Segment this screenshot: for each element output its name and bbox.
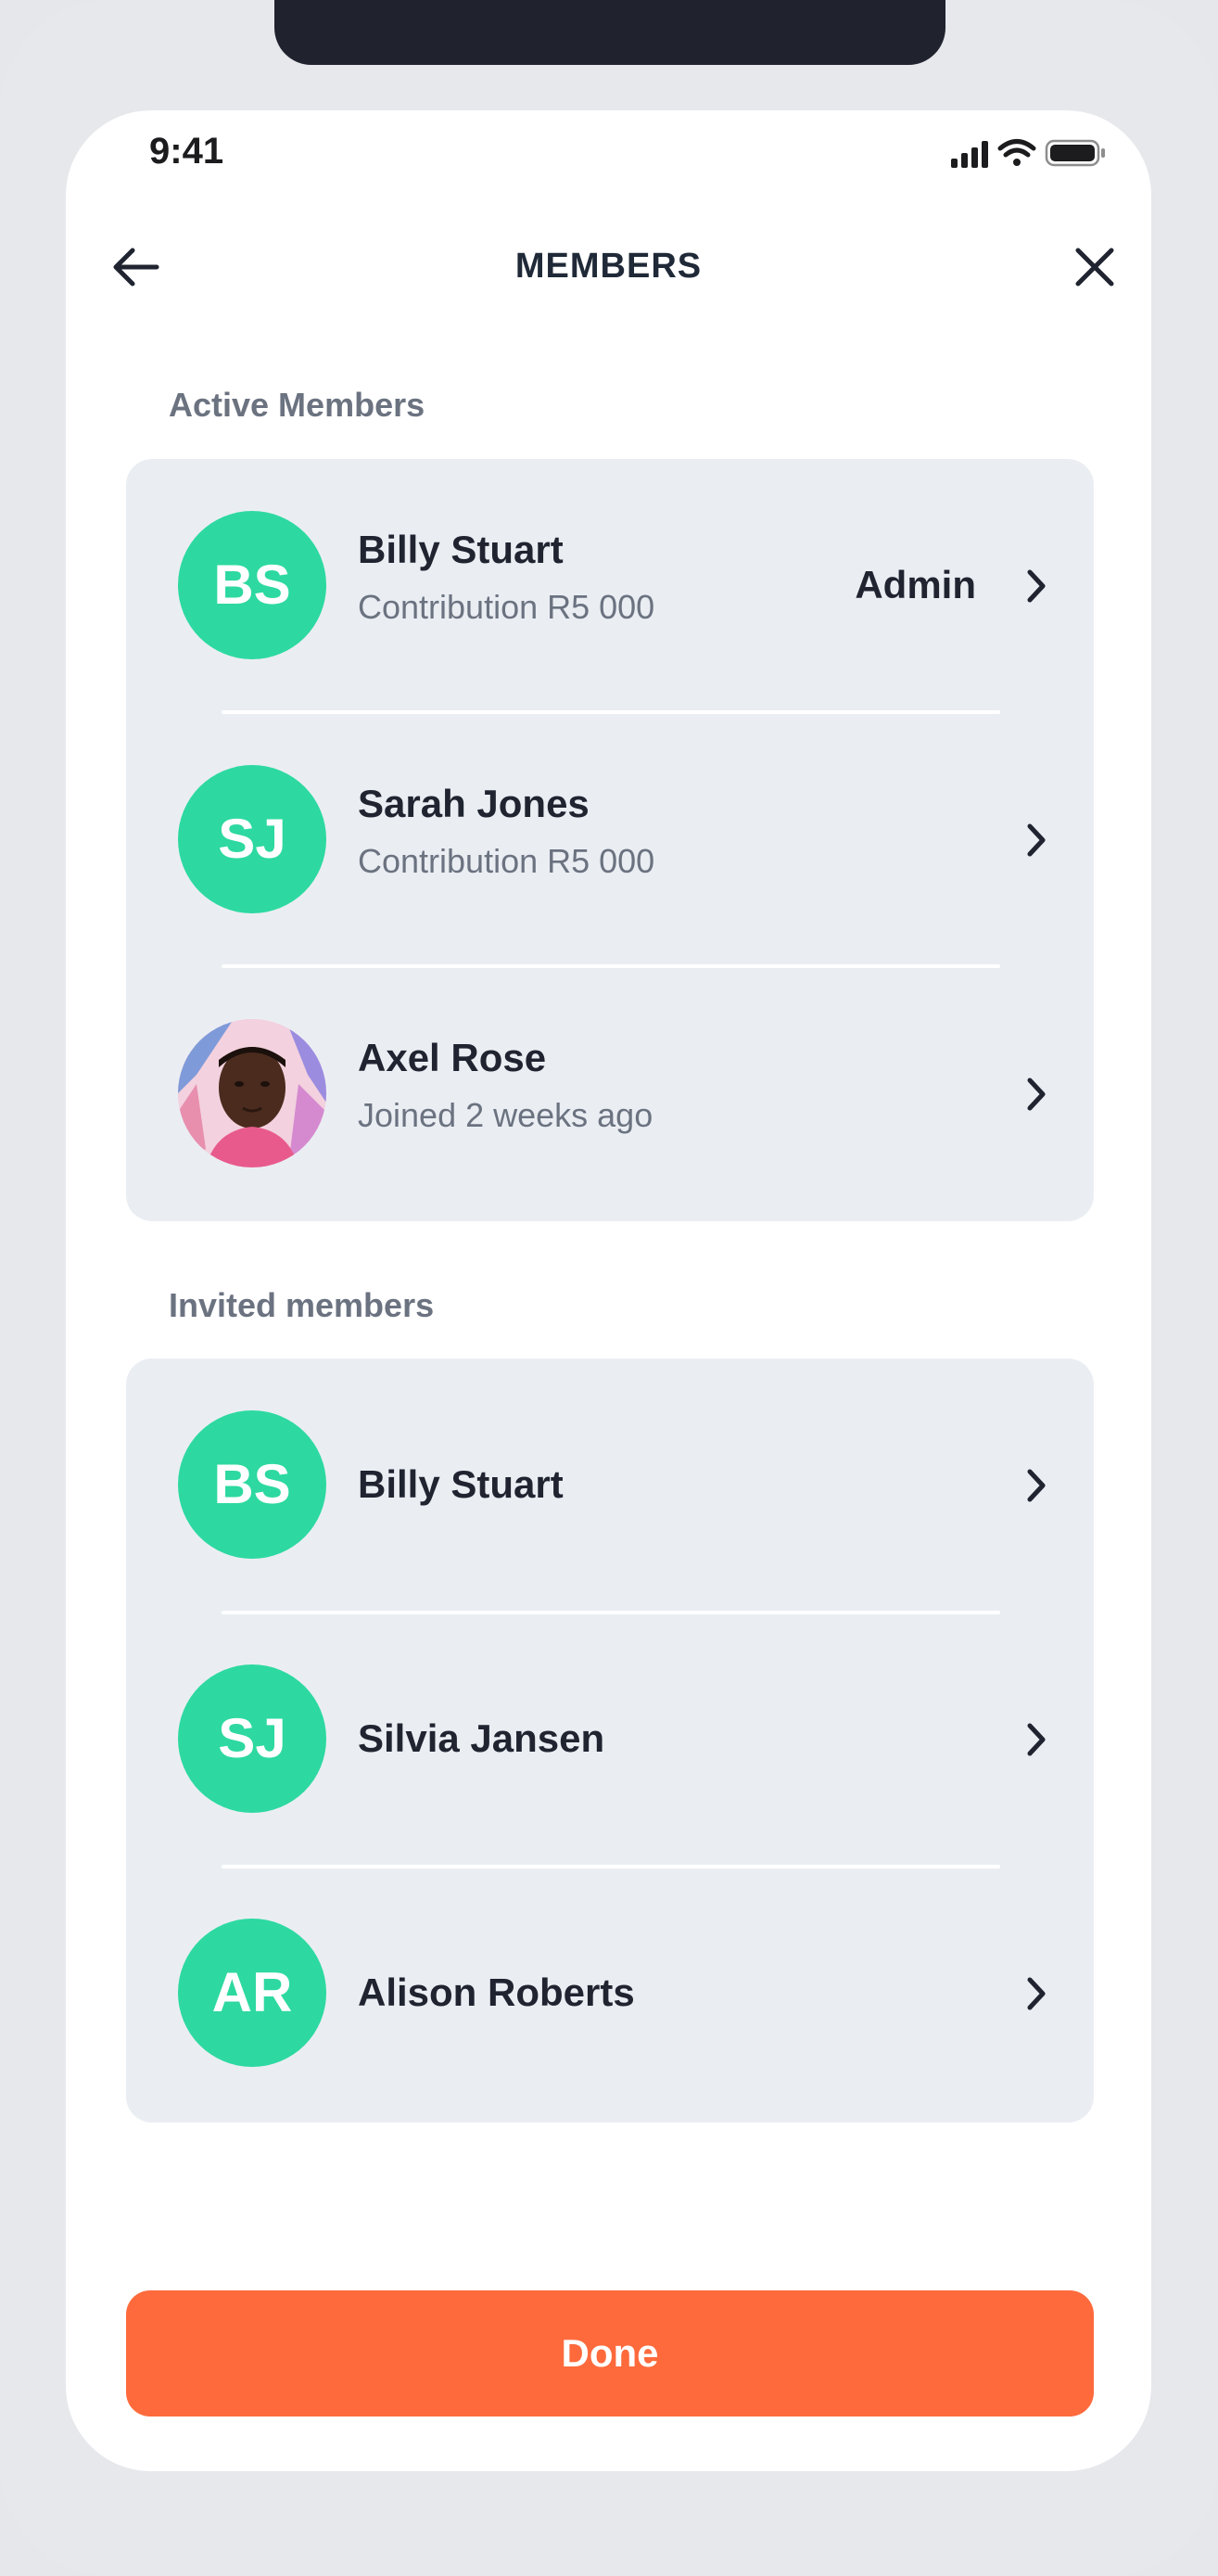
done-button[interactable]: Done [126,2290,1094,2417]
member-contribution: Contribution R5 000 [358,588,655,626]
app-screen: 9:41 MEMBERS Active Members BS Billy Stu… [66,110,1151,2471]
member-role-badge: Admin [855,563,976,606]
avatar: BS [178,1410,326,1559]
device-frame: 9:41 MEMBERS Active Members BS Billy Stu… [0,0,1218,2576]
avatar-photo [178,1019,326,1167]
avatar: AR [178,1919,326,2067]
close-icon [1075,248,1114,287]
wifi-icon [997,139,1036,166]
cellular-signal-icon [951,141,988,168]
status-time: 9:41 [149,131,224,172]
member-contribution: Contribution R5 000 [358,842,655,880]
device-notch [274,0,945,65]
member-name: Billy Stuart [358,528,564,571]
invited-members-card: BS Billy Stuart SJ Silvia Jansen AR Alis… [126,1358,1094,2123]
invited-member-row[interactable]: AR Alison Roberts [126,1867,1094,2121]
member-name: Silvia Jansen [358,1716,605,1760]
member-name: Billy Stuart [358,1462,564,1506]
avatar: SJ [178,765,326,913]
chevron-right-icon [1018,558,1055,614]
member-name: Alison Roberts [358,1970,635,2014]
chevron-right-icon [1018,1966,1055,2021]
active-member-row[interactable]: Axel Rose Joined 2 weeks ago [126,967,1094,1221]
chevron-right-icon [1018,812,1055,868]
chevron-right-icon [1018,1458,1055,1513]
invited-members-label: Invited members [169,1286,435,1324]
active-members-label: Active Members [169,386,425,424]
member-name: Axel Rose [358,1036,547,1079]
close-button[interactable] [1062,235,1127,300]
active-member-row[interactable]: BS Billy Stuart Contribution R5 000 Admi… [126,459,1094,713]
member-joined: Joined 2 weeks ago [358,1096,653,1134]
chevron-right-icon [1018,1066,1055,1122]
status-icons [934,131,1120,173]
avatar: BS [178,511,326,659]
page-title: MEMBERS [514,247,703,286]
invited-member-row[interactable]: SJ Silvia Jansen [126,1613,1094,1867]
invited-member-row[interactable]: BS Billy Stuart [126,1358,1094,1613]
battery-icon [1045,139,1105,167]
chevron-right-icon [1018,1712,1055,1767]
active-members-card: BS Billy Stuart Contribution R5 000 Admi… [126,459,1094,1221]
active-member-row[interactable]: SJ Sarah Jones Contribution R5 000 [126,713,1094,967]
member-name: Sarah Jones [358,782,590,825]
avatar: SJ [178,1664,326,1813]
